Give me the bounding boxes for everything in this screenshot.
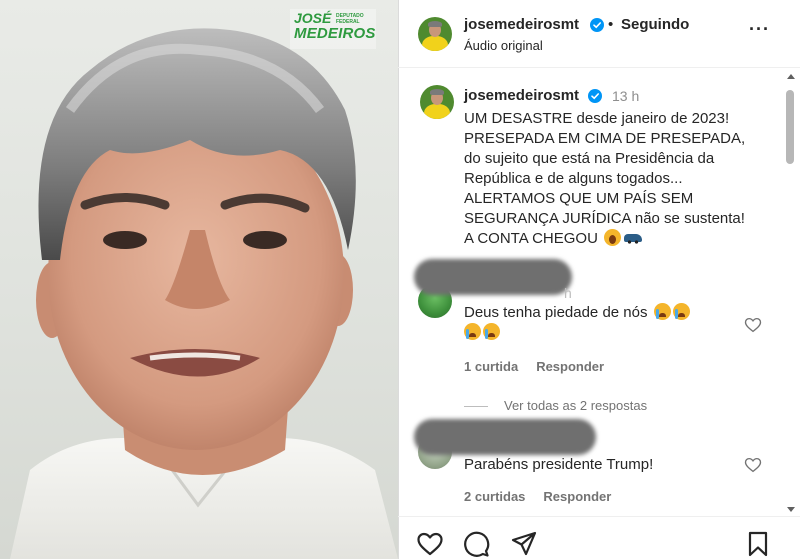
brand-logo: JOSÉ MEDEIROS DEPUTADO FEDERAL xyxy=(290,9,376,49)
more-options-icon[interactable]: ··· xyxy=(749,20,770,38)
save-bookmark-icon[interactable] xyxy=(744,530,772,558)
brand-tagline: DEPUTADO FEDERAL xyxy=(336,13,364,25)
action-bar xyxy=(398,516,800,559)
redacted-username xyxy=(414,259,572,295)
comment-handle-fragment: h xyxy=(564,285,572,301)
header-separator: • xyxy=(608,16,614,33)
reply-button[interactable]: Responder xyxy=(536,359,604,374)
scroll-down-arrow-icon[interactable] xyxy=(787,507,795,512)
view-replies-button[interactable]: Ver todas as 2 respostas xyxy=(464,398,647,413)
comments-scrollbar[interactable] xyxy=(784,72,798,512)
caption-timestamp[interactable]: 13 h xyxy=(612,88,639,104)
comment-meta: 2 curtidas Responder xyxy=(464,489,611,504)
comment-like-heart-icon[interactable] xyxy=(744,456,762,474)
share-icon[interactable] xyxy=(510,530,538,558)
replies-line xyxy=(464,406,488,408)
post-panel: josemedeirosmt • Seguindo Áudio original… xyxy=(398,0,800,559)
comment-body: Parabéns presidente Trump! xyxy=(464,456,654,473)
verified-badge-icon xyxy=(590,18,604,32)
following-button[interactable]: Seguindo xyxy=(621,16,689,33)
view-replies-label: Ver todas as 2 respostas xyxy=(504,398,648,413)
caption-author-avatar[interactable] xyxy=(420,85,454,119)
comment-icon[interactable] xyxy=(462,530,490,558)
brand-last-name: MEDEIROS xyxy=(294,25,376,42)
comment-meta: 1 curtida Responder xyxy=(464,359,604,374)
post-header: josemedeirosmt • Seguindo Áudio original… xyxy=(398,0,800,68)
redacted-username xyxy=(414,419,596,455)
comment-like-heart-icon[interactable] xyxy=(744,316,762,334)
caption-body: UM DESASTRE desde janeiro de 2023! PRESE… xyxy=(464,110,746,247)
scroll-thumb[interactable] xyxy=(786,90,794,164)
caption-text: UM DESASTRE desde janeiro de 2023! PRESE… xyxy=(464,109,764,249)
crying-face-emoji xyxy=(483,323,500,340)
original-audio-link[interactable]: Áudio original xyxy=(464,38,543,53)
caption-username[interactable]: josemedeirosmt xyxy=(464,87,579,104)
panel-divider xyxy=(398,0,399,559)
author-username[interactable]: josemedeirosmt xyxy=(464,16,579,33)
scroll-up-arrow-icon[interactable] xyxy=(787,74,795,79)
crying-face-emoji xyxy=(653,303,671,320)
comment-text: Deus tenha piedade de nós xyxy=(464,303,690,343)
author-avatar[interactable] xyxy=(418,17,452,51)
crying-face-emoji xyxy=(464,323,481,340)
video-player[interactable]: JOSÉ MEDEIROS DEPUTADO FEDERAL xyxy=(0,0,398,559)
comment-text: Parabéns presidente Trump! xyxy=(464,455,653,475)
comment-likes-count[interactable]: 1 curtida xyxy=(464,359,518,374)
comment-body: Deus tenha piedade de nós xyxy=(464,304,648,321)
face-screaming-emoji xyxy=(604,229,622,246)
car-emoji xyxy=(623,229,643,246)
reply-button[interactable]: Responder xyxy=(543,489,611,504)
like-heart-icon[interactable] xyxy=(416,530,444,558)
crying-face-emoji xyxy=(672,303,690,320)
comment-likes-count[interactable]: 2 curtidas xyxy=(464,489,525,504)
video-frame xyxy=(10,28,398,559)
caption-verified-badge-icon xyxy=(588,89,602,103)
